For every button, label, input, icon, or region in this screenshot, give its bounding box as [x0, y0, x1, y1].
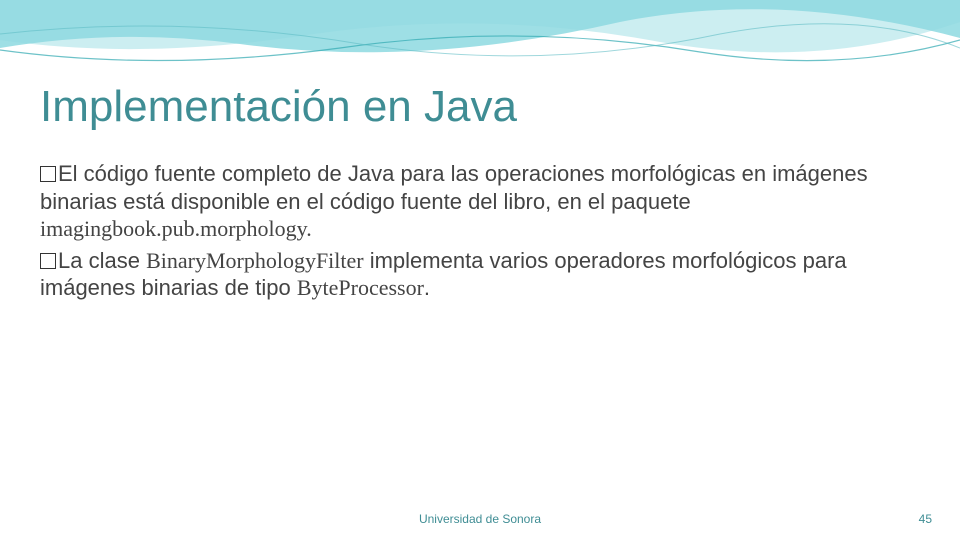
bullet-2-mid: implementa varios operadores — [364, 248, 672, 273]
bullet-2-lead1: La clase — [58, 248, 146, 273]
footer-center: Universidad de Sonora — [0, 512, 960, 526]
bullet-1: El código fuente completo de Java para l… — [40, 160, 920, 243]
bullet-1-lead: El código fuente completo de Java para l… — [58, 161, 742, 186]
slide: Implementación en Java El código fuente … — [0, 0, 960, 540]
bullet-box-icon — [40, 253, 56, 269]
wave-svg — [0, 0, 960, 90]
bullet-box-icon — [40, 166, 56, 182]
wave-decoration — [0, 0, 960, 90]
bullet-2-code2: ByteProcessor — [297, 275, 424, 300]
slide-title: Implementación en Java — [40, 82, 517, 132]
page-number: 45 — [919, 512, 932, 526]
bullet-1-line3a: paquete — [611, 189, 691, 214]
bullet-2-period: . — [424, 275, 430, 300]
bullet-1-code: imagingbook.pub.morphology. — [40, 216, 312, 241]
bullet-2: La clase BinaryMorphologyFilter implemen… — [40, 247, 920, 302]
bullet-2-code1: BinaryMorphologyFilter — [146, 248, 364, 273]
slide-body: El código fuente completo de Java para l… — [40, 160, 920, 306]
